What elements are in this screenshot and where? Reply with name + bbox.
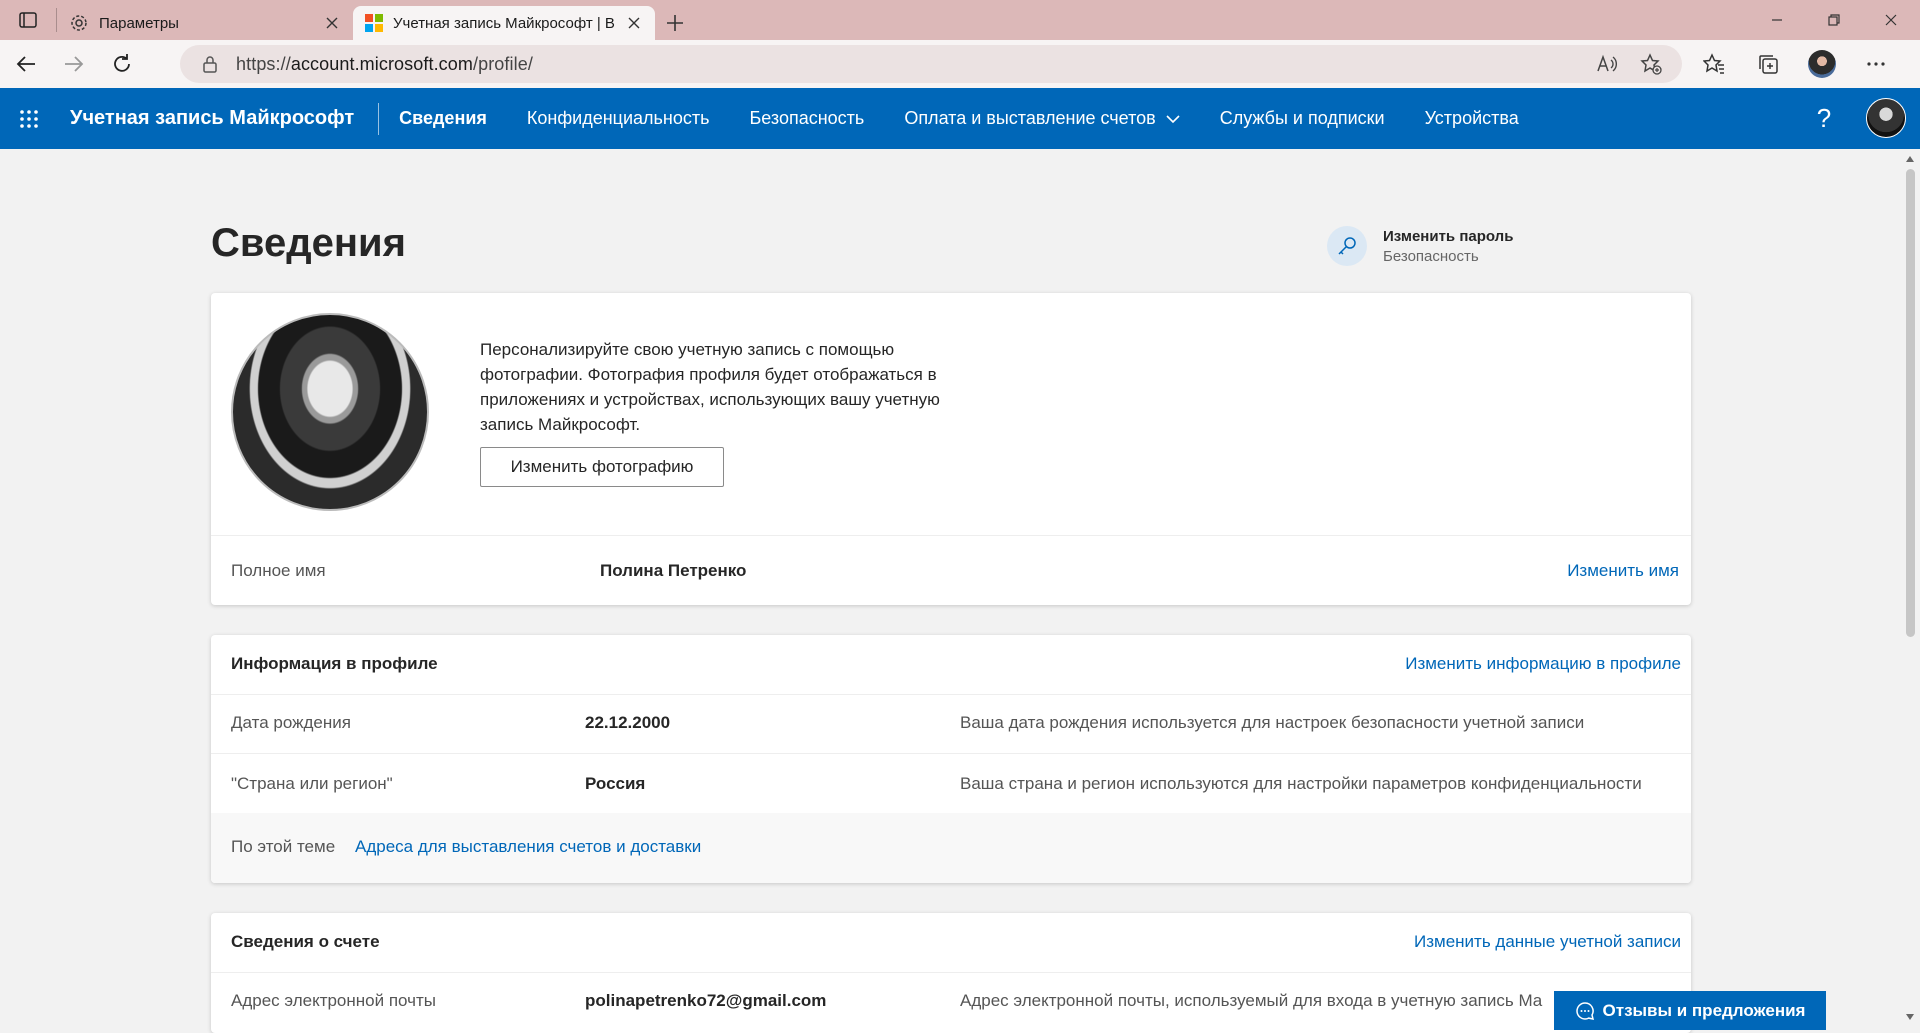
tab-title: Параметры [99, 14, 179, 32]
chevron-down-icon [1166, 114, 1180, 123]
divider [211, 694, 1691, 695]
collections-icon [1759, 55, 1778, 74]
profile-photo [231, 313, 429, 511]
address-toolbar: https://account.microsoft.com/profile/ [0, 40, 1920, 88]
account-info-title: Сведения о счете [231, 932, 380, 951]
gear-icon [71, 15, 87, 31]
account-navbar: Учетная запись Майкрософт Сведения Конфи… [0, 88, 1920, 149]
country-description: Ваша страна и регион используются для на… [960, 774, 1642, 793]
email-label: Адрес электронной почты [231, 991, 436, 1010]
address-bar[interactable]: https://account.microsoft.com/profile/ [180, 45, 1682, 83]
add-favorite-icon[interactable] [1640, 53, 1662, 75]
photo-description: Персонализируйте свою учетную запись с п… [480, 340, 940, 434]
nav-billing-label: Оплата и выставление счетов [904, 108, 1156, 128]
arrow-left-icon [16, 56, 35, 72]
close-tab-icon[interactable] [323, 14, 341, 32]
page-title: Сведения [211, 221, 406, 265]
arrow-right-icon [65, 56, 84, 72]
read-aloud-icon[interactable] [1596, 53, 1618, 75]
nav-security[interactable]: Безопасность [729, 88, 884, 149]
edit-name-link[interactable]: Изменить имя [1567, 561, 1679, 581]
change-password-title: Изменить пароль [1383, 227, 1514, 245]
page-scrollbar[interactable] [1900, 149, 1920, 1030]
birthdate-label: Дата рождения [231, 713, 351, 732]
related-label: По этой теме [231, 837, 336, 856]
lock-icon [203, 56, 217, 73]
account-avatar[interactable] [1866, 98, 1906, 138]
profile-button[interactable] [1798, 40, 1846, 88]
url-path: /profile/ [473, 53, 533, 74]
more-button[interactable] [1852, 40, 1900, 88]
new-tab-button[interactable] [655, 6, 695, 40]
favorites-icon [1703, 53, 1724, 74]
scroll-down-icon[interactable] [1904, 1011, 1916, 1023]
nav-privacy[interactable]: Конфиденциальность [507, 88, 730, 149]
birthdate-description: Ваша дата рождения используется для наст… [960, 713, 1585, 732]
forward-button[interactable] [52, 44, 96, 84]
back-button[interactable] [4, 44, 48, 84]
url-text: https://account.microsoft.com/profile/ [236, 54, 533, 75]
close-tab-icon[interactable] [625, 14, 643, 32]
browser-titlebar: Параметры Учетная запись Майкрософт | В [0, 0, 1920, 40]
profile-info-card: Информация в профиле Изменить информацию… [211, 635, 1691, 883]
divider [211, 972, 1691, 973]
key-icon [1327, 226, 1367, 266]
edit-account-info-link[interactable]: Изменить данные учетной записи [1414, 932, 1681, 952]
email-description: Адрес электронной почты, используемый дл… [960, 991, 1543, 1010]
microsoft-logo-icon [365, 14, 383, 32]
nav-devices[interactable]: Устройства [1405, 88, 1539, 149]
help-button[interactable]: ? [1804, 88, 1844, 149]
nav-info[interactable]: Сведения [379, 88, 507, 149]
edit-profile-info-link[interactable]: Изменить информацию в профиле [1405, 654, 1681, 674]
fullname-label: Полное имя [231, 561, 326, 580]
minimize-button[interactable] [1748, 0, 1805, 40]
profile-info-title: Информация в профиле [231, 654, 438, 673]
nav-billing[interactable]: Оплата и выставление счетов [884, 88, 1199, 149]
tab-title: Учетная запись Майкрософт | В [393, 14, 615, 32]
refresh-button[interactable] [100, 44, 144, 84]
url-prefix: https:// [236, 53, 291, 74]
fullname-value: Полина Петренко [600, 561, 747, 580]
tab-actions-icon[interactable] [0, 0, 56, 40]
refresh-icon [114, 54, 130, 72]
account-info-card: Сведения о счете Изменить данные учетной… [211, 913, 1691, 1033]
divider [211, 753, 1691, 754]
plus-icon [667, 15, 683, 31]
birthdate-value: 22.12.2000 [585, 713, 671, 732]
feedback-label: Отзывы и предложения [1602, 1000, 1806, 1020]
feedback-button[interactable]: Отзывы и предложения [1554, 991, 1826, 1030]
scrollbar-thumb[interactable] [1906, 169, 1915, 637]
more-dots-icon [1867, 62, 1885, 66]
profile-photo-card: Персонализируйте свою учетную запись с п… [211, 293, 1691, 605]
country-value: Россия [585, 774, 646, 793]
nav-services[interactable]: Службы и подписки [1200, 88, 1405, 149]
billing-addresses-link[interactable]: Адреса для выставления счетов и доставки [355, 837, 701, 857]
app-launcher-icon[interactable] [0, 88, 58, 149]
country-label: "Страна или регион" [231, 774, 393, 793]
brand-title[interactable]: Учетная запись Майкрософт [58, 102, 380, 135]
email-value: polinapetrenko72@gmail.com [585, 991, 827, 1010]
avatar [1808, 50, 1836, 78]
favorites-button[interactable] [1690, 40, 1738, 88]
change-password-subtitle: Безопасность [1383, 247, 1479, 265]
related-section: По этой теме Адреса для выставления счет… [211, 813, 1691, 883]
restore-button[interactable] [1805, 0, 1862, 40]
toolbar-right [1690, 40, 1900, 88]
tab-microsoft-account[interactable]: Учетная запись Майкрософт | В [353, 6, 655, 40]
divider [211, 535, 1691, 536]
change-password-link[interactable]: Изменить пароль Безопасность [1327, 226, 1513, 266]
collections-button[interactable] [1744, 40, 1792, 88]
tab-settings[interactable]: Параметры [57, 6, 353, 40]
close-window-button[interactable] [1862, 0, 1919, 40]
scroll-up-icon[interactable] [1904, 153, 1916, 165]
url-host: account.microsoft.com [290, 53, 473, 74]
chat-icon [1575, 1001, 1594, 1020]
change-photo-button[interactable]: Изменить фотографию [480, 447, 724, 487]
